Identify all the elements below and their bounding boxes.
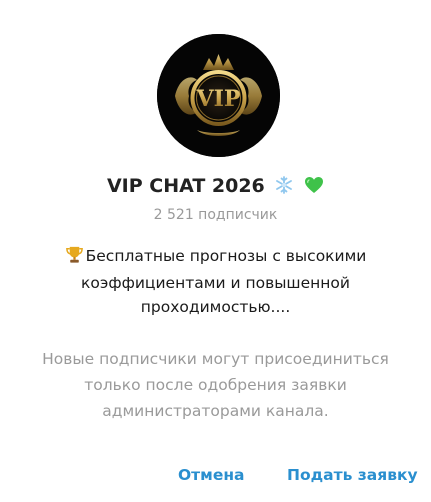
channel-title-row: VIP CHAT 2026 <box>0 175 431 205</box>
join-request-dialog: VIP VIP CHAT 2026 2 521 подписчик Беспла… <box>0 0 431 502</box>
subscriber-count: 2 521 подписчик <box>153 207 278 223</box>
snowflake-icon <box>274 175 294 200</box>
channel-description-text: Бесплатные прогнозы с высокими коэффицие… <box>81 247 367 316</box>
channel-title: VIP CHAT 2026 <box>106 175 265 197</box>
approval-notice: Новые подписчики могут присоединиться то… <box>42 350 389 420</box>
trophy-icon <box>65 245 84 271</box>
submit-request-button[interactable]: Подать заявку <box>287 466 418 484</box>
dialog-actions: Отмена Подать заявку <box>0 466 431 490</box>
channel-description: Бесплатные прогнозы с высокими коэффицие… <box>30 244 401 319</box>
avatar-vip-text: VIP <box>196 86 241 112</box>
green-heart-icon <box>304 175 324 200</box>
vip-emblem-icon: VIP <box>157 34 280 157</box>
channel-avatar: VIP <box>157 34 280 157</box>
cancel-button[interactable]: Отмена <box>178 466 245 484</box>
